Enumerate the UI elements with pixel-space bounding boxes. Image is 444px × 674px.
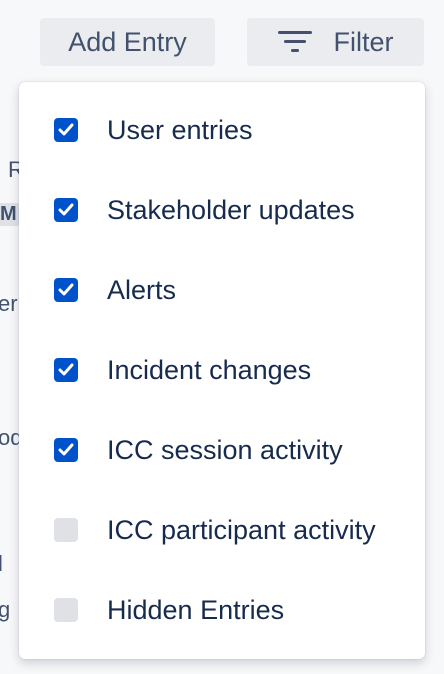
background-text-fragment: od <box>0 425 20 450</box>
filter-option-incident-changes[interactable]: Incident changes <box>19 330 425 410</box>
filter-option-label: Stakeholder updates <box>107 194 355 225</box>
checkbox[interactable] <box>54 518 78 542</box>
filter-option-hidden-entries[interactable]: Hidden Entries <box>19 570 425 650</box>
checkmark-icon <box>58 283 74 296</box>
filter-option-label: ICC session activity <box>107 434 343 465</box>
checkmark-icon <box>58 443 74 456</box>
background-badge-fragment: M <box>0 203 19 226</box>
filter-option-stakeholder-updates[interactable]: Stakeholder updates <box>19 170 425 250</box>
filter-option-icc-participant-activity[interactable]: ICC participant activity <box>19 490 425 570</box>
filter-option-label: User entries <box>107 114 253 145</box>
filter-option-label: Alerts <box>107 274 177 305</box>
background-text-fragment: er <box>0 291 18 316</box>
checkmark-icon <box>58 123 74 136</box>
filter-menu: User entries Stakeholder updates Alerts … <box>19 82 425 659</box>
filter-option-user-entries[interactable]: User entries <box>19 90 425 170</box>
filter-option-alerts[interactable]: Alerts <box>19 250 425 330</box>
background-text-fragment: l <box>0 551 3 576</box>
filter-option-label: Incident changes <box>107 354 312 385</box>
checkbox[interactable] <box>54 358 78 382</box>
checkbox[interactable] <box>54 118 78 142</box>
checkbox[interactable] <box>54 278 78 302</box>
checkmark-icon <box>58 203 74 216</box>
filter-label: Filter <box>333 26 394 57</box>
add-entry-label: Add Entry <box>68 26 187 57</box>
filter-option-label: ICC participant activity <box>107 514 376 545</box>
background-page-fragments: R M er od l g <box>0 0 20 674</box>
checkbox[interactable] <box>54 198 78 222</box>
add-entry-button[interactable]: Add Entry <box>40 18 215 66</box>
checkmark-icon <box>58 363 74 376</box>
filter-button[interactable]: Filter <box>247 18 424 66</box>
background-text-fragment: g <box>0 597 11 622</box>
filter-icon <box>277 29 312 55</box>
filter-option-label: Hidden Entries <box>107 594 285 625</box>
checkbox[interactable] <box>54 598 78 622</box>
filter-option-icc-session-activity[interactable]: ICC session activity <box>19 410 425 490</box>
checkbox[interactable] <box>54 438 78 462</box>
